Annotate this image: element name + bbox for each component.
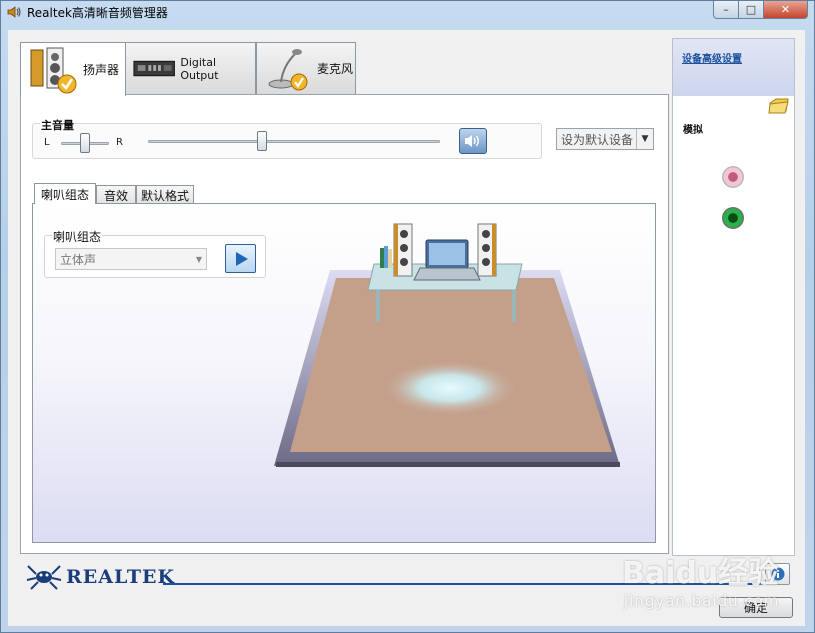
advanced-device-settings-link[interactable]: 设备高级设置 — [682, 50, 742, 65]
main-volume-label: 主音量 — [40, 117, 75, 133]
book — [380, 248, 384, 268]
tab-default-format-label: 默认格式 — [140, 188, 189, 203]
folder-icon[interactable] — [768, 97, 790, 115]
speaker-config-select[interactable]: 立体声 ▼ — [55, 248, 207, 270]
advanced-settings-header — [673, 39, 794, 96]
realtek-logo-text: REALTEK — [66, 566, 175, 588]
tab-digital-output-label: Digital Output — [180, 55, 219, 82]
set-default-device-label: 设为默认设备 — [561, 132, 634, 147]
tab-speakers[interactable]: 扬声器 — [20, 42, 126, 96]
balance-left-label: L — [44, 137, 50, 148]
window-title: Realtek高清晰音频管理器 — [27, 5, 168, 20]
speaker-config-group-label: 喇叭组态 — [52, 228, 103, 245]
table-leg — [376, 290, 380, 322]
watermark: Baidu经验 jingyan.baidu.com — [622, 548, 782, 616]
room-illustration[interactable] — [270, 218, 630, 470]
chevron-down-icon: ▼ — [195, 254, 202, 264]
maximize-button[interactable]: □ — [739, 1, 764, 19]
tab-microphone-label: 麦克风 — [317, 62, 354, 76]
minimize-button[interactable]: – — [713, 1, 739, 19]
sound-field — [382, 360, 518, 416]
laptop-icon — [413, 239, 481, 281]
balance-slider-thumb[interactable] — [80, 133, 90, 153]
tab-default-format[interactable]: 默认格式 — [136, 185, 194, 204]
speaker-config-value: 立体声 — [60, 252, 97, 267]
tab-speakers-label: 扬声器 — [83, 63, 120, 77]
device-side-panel — [672, 38, 795, 556]
analog-label: 模拟 — [683, 125, 703, 136]
tab-sound-effects[interactable]: 音效 — [96, 185, 136, 204]
tab-sound-effects-label: 音效 — [103, 188, 128, 203]
pink-jack[interactable] — [722, 166, 744, 188]
book — [384, 246, 388, 268]
floor-edge — [276, 462, 620, 467]
speaker-app-icon — [7, 6, 21, 18]
play-icon — [235, 251, 248, 266]
chevron-down-icon: ▼ — [636, 129, 653, 149]
tab-speaker-config-label: 喇叭组态 — [40, 187, 89, 202]
green-jack[interactable] — [722, 207, 744, 229]
book — [388, 249, 392, 268]
close-button[interactable]: ✕ — [764, 1, 808, 19]
left-speaker-icon[interactable] — [393, 223, 413, 277]
speaker-icon — [30, 47, 77, 93]
tab-digital-output[interactable]: Digital Output — [125, 42, 256, 94]
tab-microphone[interactable]: 麦克风 — [256, 42, 356, 94]
tab-speaker-config[interactable]: 喇叭组态 — [34, 183, 96, 204]
watermark-brand: Baidu经验 — [622, 556, 779, 591]
digital-output-icon — [133, 60, 175, 76]
microphone-icon — [268, 48, 308, 90]
table-leg — [512, 290, 516, 322]
title-bar[interactable]: Realtek高清晰音频管理器 – □ ✕ — [1, 1, 814, 23]
play-test-button[interactable] — [225, 244, 256, 273]
speaker-volume-icon — [465, 135, 479, 147]
volume-track[interactable] — [148, 140, 440, 143]
right-speaker-icon[interactable] — [477, 223, 497, 277]
volume-slider-thumb[interactable] — [256, 131, 267, 151]
mute-button[interactable] — [459, 128, 487, 154]
balance-right-label: R — [116, 137, 123, 148]
watermark-url: jingyan.baidu.com — [624, 592, 780, 610]
realtek-crab-logo-icon — [26, 565, 62, 590]
set-default-device-dropdown[interactable]: 设为默认设备 ▼ — [556, 128, 654, 150]
